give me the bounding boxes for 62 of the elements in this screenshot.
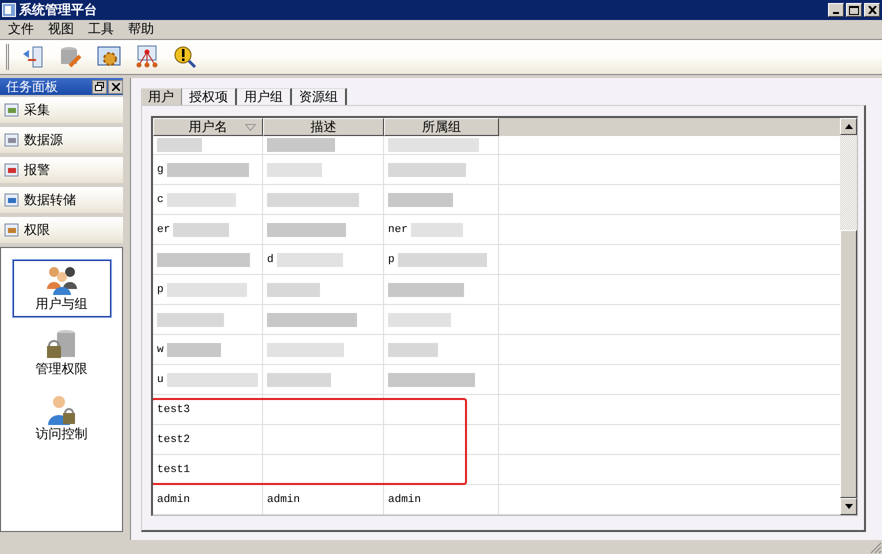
window-title: 系统管理平台	[19, 2, 97, 19]
panel-title: 任务面板	[6, 78, 59, 96]
table-cell: admin	[388, 494, 422, 506]
menu-item[interactable]: 视图	[48, 20, 74, 38]
warning-search-icon[interactable]	[172, 44, 198, 70]
restore-icon	[95, 82, 104, 91]
menu-item[interactable]: 帮助	[128, 20, 154, 38]
tab[interactable]: 资源组	[292, 88, 347, 105]
panel-item[interactable]: 管理权限	[12, 325, 110, 382]
close-button[interactable]	[108, 80, 123, 94]
panel-section[interactable]: 采集	[0, 97, 123, 123]
section-icon	[4, 162, 20, 178]
maximize-icon	[849, 6, 859, 14]
table-cell: d	[267, 254, 274, 266]
up-arrow-icon	[844, 124, 852, 129]
toolbar-grip[interactable]	[6, 44, 10, 70]
maximize-button[interactable]	[846, 3, 862, 17]
table-cell: g	[157, 164, 164, 176]
tab[interactable]: 用户	[141, 88, 182, 105]
table-cell: c	[157, 194, 164, 206]
menu-item[interactable]: 工具	[88, 20, 114, 38]
panel-section[interactable]: 数据转储	[0, 187, 123, 213]
resize-grip[interactable]	[870, 542, 882, 554]
network-icon[interactable]	[134, 44, 160, 70]
menu-item[interactable]: 文件	[8, 20, 34, 38]
table-cell: u	[157, 374, 164, 386]
table-cell: ner	[388, 224, 408, 236]
section-icon	[4, 102, 20, 118]
panel-section[interactable]: 数据源	[0, 127, 123, 153]
sort-icon	[245, 124, 256, 131]
table-cell: admin	[157, 494, 190, 506]
table-cell: er	[157, 224, 170, 236]
table-cell: test1	[157, 464, 190, 476]
scroll-down-button[interactable]	[840, 498, 857, 515]
table-cell: test2	[157, 434, 190, 446]
scrollbar[interactable]	[840, 118, 857, 515]
panel-section[interactable]: 报警	[0, 157, 123, 183]
table-cell: p	[157, 284, 164, 296]
table-cell: w	[157, 344, 164, 356]
panel-item[interactable]: 访问控制	[12, 390, 110, 447]
down-arrow-icon	[844, 504, 852, 509]
panel-item[interactable]: 用户与组	[12, 260, 110, 317]
close-icon	[868, 6, 876, 14]
table-cell: admin	[267, 494, 300, 506]
tab[interactable]: 用户组	[237, 88, 292, 105]
column-header[interactable]: 用户名	[153, 118, 263, 136]
column-header[interactable]: 所属组	[384, 118, 499, 136]
close-icon	[112, 82, 120, 90]
scrollbar-thumb[interactable]	[840, 230, 857, 498]
database-wrench-icon[interactable]	[58, 44, 84, 70]
app-icon	[2, 3, 16, 17]
restore-button[interactable]	[92, 80, 107, 94]
section-icon	[4, 222, 20, 238]
minimize-button[interactable]	[828, 3, 844, 17]
panel-section[interactable]: 权限	[0, 217, 123, 243]
section-icon	[4, 192, 20, 208]
table-cell: p	[388, 254, 395, 266]
column-header[interactable]: 描述	[263, 118, 384, 136]
section-icon	[4, 132, 20, 148]
table-cell: test3	[157, 404, 190, 416]
tab[interactable]: 授权项	[182, 88, 237, 105]
scroll-up-button[interactable]	[840, 118, 857, 135]
